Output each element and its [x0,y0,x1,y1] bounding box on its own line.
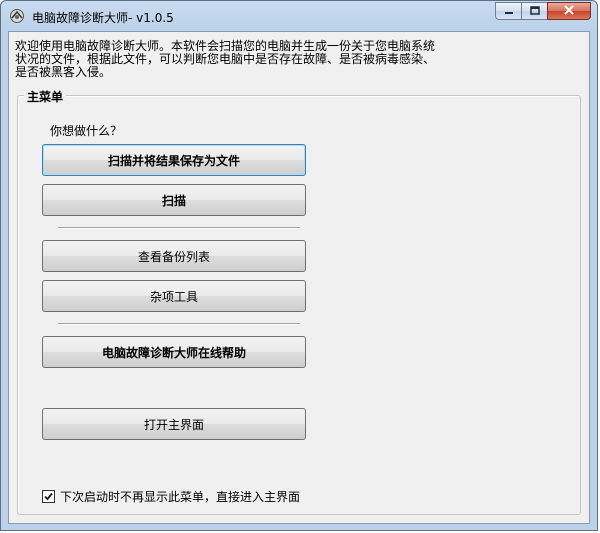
separator-1 [58,227,300,229]
main-menu-title: 主菜单 [24,88,67,105]
open-main-button[interactable]: 打开主界面 [42,408,306,440]
online-help-button[interactable]: 电脑故障诊断大师在线帮助 [42,336,306,368]
menu-question: 你想做什么？ [50,124,123,138]
skip-menu-checkbox[interactable] [42,490,55,503]
window-title: 电脑故障诊断大师- v1.0.5 [32,11,174,25]
minimize-icon [504,4,514,18]
close-icon [563,4,575,18]
separator-2 [58,323,300,325]
app-window: 电脑故障诊断大师- v1.0.5 欢迎使用电脑故障诊断大师。本软件会扫描您的电脑… [0,0,598,531]
misc-tools-button[interactable]: 杂项工具 [42,280,306,312]
view-backups-button[interactable]: 查看备份列表 [42,240,306,272]
minimize-button[interactable] [495,2,521,20]
title-bar[interactable]: 电脑故障诊断大师- v1.0.5 [1,1,597,31]
scan-button[interactable]: 扫描 [42,184,306,216]
app-icon [9,8,25,24]
skip-menu-option[interactable]: 下次启动时不再显示此菜单，直接进入主界面 [42,488,300,505]
maximize-button[interactable] [521,2,547,20]
main-menu-group: 主菜单 你想做什么？ 扫描并将结果保存为文件 扫描 查看备份列表 杂项工具 电脑… [17,88,581,515]
maximize-icon [529,4,540,18]
scan-save-button[interactable]: 扫描并将结果保存为文件 [42,144,306,176]
skip-menu-label: 下次启动时不再显示此菜单，直接进入主界面 [60,490,301,504]
close-button[interactable] [547,2,591,20]
caption-buttons [495,2,591,21]
intro-text: 欢迎使用电脑故障诊断大师。本软件会扫描您的电脑并生成一份关于您电脑系统状况的文件… [15,39,436,79]
client-area: 欢迎使用电脑故障诊断大师。本软件会扫描您的电脑并生成一份关于您电脑系统状况的文件… [8,31,590,524]
